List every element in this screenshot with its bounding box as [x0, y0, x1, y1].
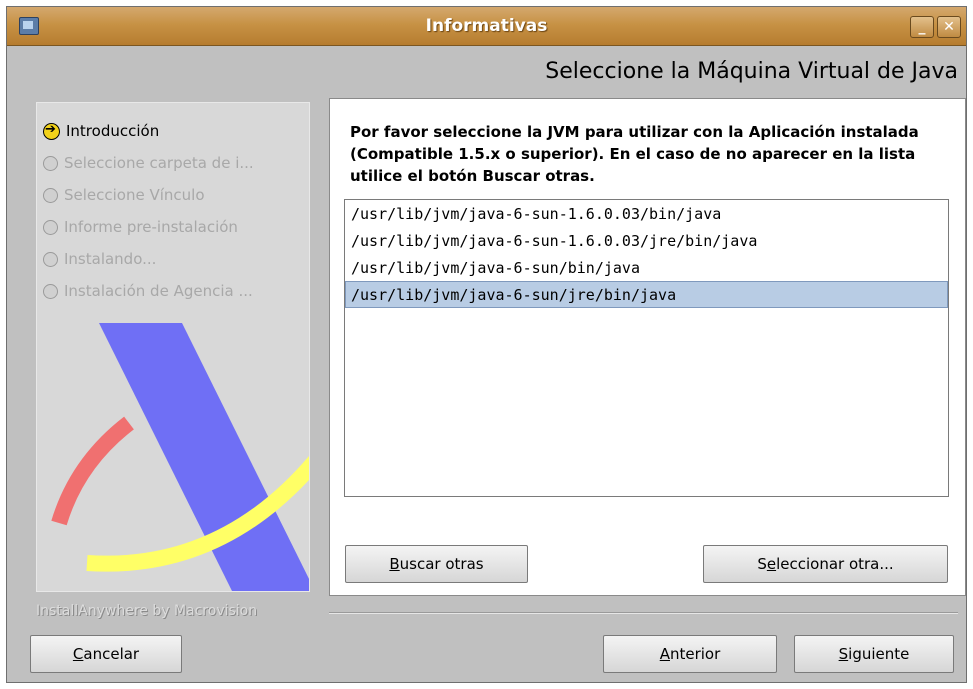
radio-icon	[43, 251, 58, 267]
button-label-pre: S	[757, 555, 767, 573]
button-label: nterior	[669, 645, 721, 663]
step-informe: Informe pre-instalación	[43, 211, 254, 243]
anterior-button[interactable]: Anterior	[603, 635, 777, 673]
instructions-text: Por favor seleccione la JVM para utiliza…	[350, 123, 919, 185]
step-label: Seleccione carpeta de i...	[64, 154, 254, 172]
step-label: Seleccione Vínculo	[64, 186, 205, 204]
jvm-selection-panel: Por favor seleccione la JVM para utiliza…	[329, 98, 966, 596]
jvm-list[interactable]: /usr/lib/jvm/java-6-sun-1.6.0.03/bin/jav…	[344, 199, 949, 497]
page-title: Seleccione la Máquina Virtual de Java	[545, 59, 958, 84]
step-label: Instalando...	[64, 250, 157, 268]
step-instalando: Instalando...	[43, 243, 254, 275]
minimize-button[interactable]: _	[910, 16, 934, 38]
steps-panel: Introducción Seleccione carpeta de i... …	[36, 102, 310, 592]
cancelar-button[interactable]: Cancelar	[30, 635, 182, 673]
step-introduccion: Introducción	[43, 115, 254, 147]
mnemonic: B	[389, 555, 400, 573]
installanywhere-branding: InstallAnywhere by Macrovision	[36, 603, 258, 619]
jvm-list-item[interactable]: /usr/lib/jvm/java-6-sun/bin/java	[345, 254, 948, 281]
jvm-list-item-selected[interactable]: /usr/lib/jvm/java-6-sun/jre/bin/java	[345, 281, 948, 308]
window-title: Informativas	[425, 16, 548, 36]
siguiente-button[interactable]: Siguiente	[794, 635, 954, 673]
step-label: Instalación de Agencia ...	[64, 282, 253, 300]
jvm-list-item[interactable]: /usr/lib/jvm/java-6-sun-1.6.0.03/bin/jav…	[345, 200, 948, 227]
close-button[interactable]: ✕	[937, 16, 961, 38]
mnemonic: S	[838, 645, 849, 663]
button-label: iguiente	[848, 645, 910, 663]
title-bar[interactable]: Informativas _ ✕	[7, 7, 966, 46]
installer-window: Informativas _ ✕ Seleccione la Máquina V…	[6, 6, 967, 683]
button-label: leccionar otra...	[776, 555, 894, 573]
button-label: uscar otras	[399, 555, 484, 573]
radio-icon	[43, 283, 58, 299]
step-label: Introducción	[66, 122, 160, 140]
step-seleccione-carpeta: Seleccione carpeta de i...	[43, 147, 254, 179]
seleccionar-otra-button[interactable]: Seleccionar otra...	[703, 545, 948, 583]
mnemonic: A	[659, 645, 670, 663]
step-instalacion-agencia: Instalación de Agencia ...	[43, 275, 254, 307]
mnemonic: e	[766, 555, 777, 573]
buscar-otras-button[interactable]: Buscar otras	[345, 545, 528, 583]
steps-list: Introducción Seleccione carpeta de i... …	[43, 115, 254, 307]
radio-icon	[43, 219, 58, 235]
step-seleccione-vinculo: Seleccione Vínculo	[43, 179, 254, 211]
radio-icon	[43, 155, 58, 171]
radio-icon	[43, 187, 58, 203]
arrow-right-icon	[43, 122, 60, 140]
mnemonic: C	[72, 645, 84, 663]
jvm-list-item[interactable]: /usr/lib/jvm/java-6-sun-1.6.0.03/jre/bin…	[345, 227, 948, 254]
step-label: Informe pre-instalación	[64, 218, 238, 236]
logo-red-arc	[51, 416, 134, 526]
button-label: ancelar	[83, 645, 140, 663]
footer-separator	[329, 612, 958, 614]
